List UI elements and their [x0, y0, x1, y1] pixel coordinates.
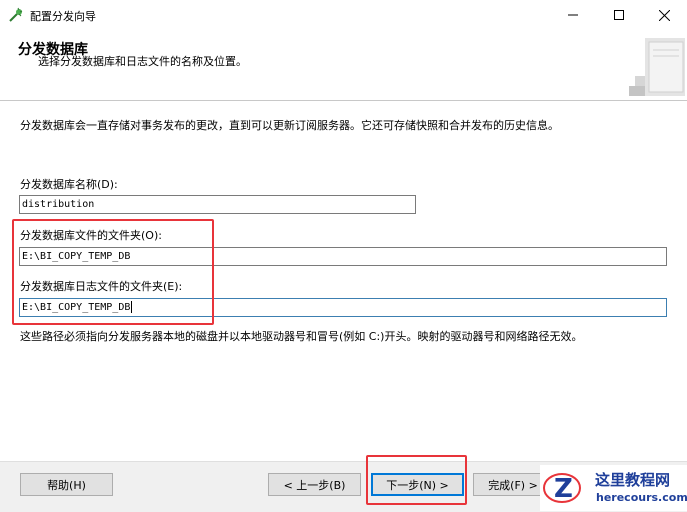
annotation-highlight-next — [366, 455, 467, 505]
page-subtitle: 选择分发数据库和日志文件的名称及位置。 — [38, 55, 247, 68]
close-button[interactable] — [641, 0, 687, 30]
svg-text:Z: Z — [554, 474, 573, 504]
db-name-label: 分发数据库名称(D): — [20, 178, 118, 191]
watermark-name: 这里教程网 — [595, 471, 671, 489]
wizard-app-icon — [9, 7, 23, 22]
back-button-label: < 上一步(B) — [283, 478, 346, 492]
window-title: 配置分发向导 — [30, 10, 96, 23]
title-bar: 配置分发向导 — [0, 0, 687, 30]
watermark-url: herecours.com — [596, 491, 687, 504]
help-button[interactable]: 帮助(H) — [20, 473, 113, 496]
wizard-header: 分发数据库 选择分发数据库和日志文件的名称及位置。 — [0, 30, 687, 101]
site-watermark: Z 这里教程网 herecours.com — [540, 465, 687, 511]
maximize-icon — [614, 10, 624, 20]
db-name-input[interactable]: distribution — [19, 195, 416, 214]
description-text: 分发数据库会一直存储对事务发布的更改，直到可以更新订阅服务器。它还可存储快照和合… — [20, 119, 559, 132]
minimize-icon — [568, 14, 578, 16]
finish-button-label: 完成(F) > — [488, 478, 538, 492]
annotation-highlight-folders — [12, 219, 214, 325]
back-button[interactable]: < 上一步(B) — [268, 473, 361, 496]
maximize-button[interactable] — [596, 0, 642, 30]
db-name-value: distribution — [22, 199, 95, 210]
help-button-label: 帮助(H) — [47, 478, 86, 492]
minimize-button[interactable] — [550, 0, 596, 30]
watermark-logo-icon: Z — [543, 473, 581, 504]
close-icon — [658, 9, 670, 21]
server-graphic-icon — [629, 38, 685, 96]
path-note-text: 这些路径必须指向分发服务器本地的磁盘并以本地驱动器号和冒号(例如 C:)开头。映… — [20, 330, 583, 343]
